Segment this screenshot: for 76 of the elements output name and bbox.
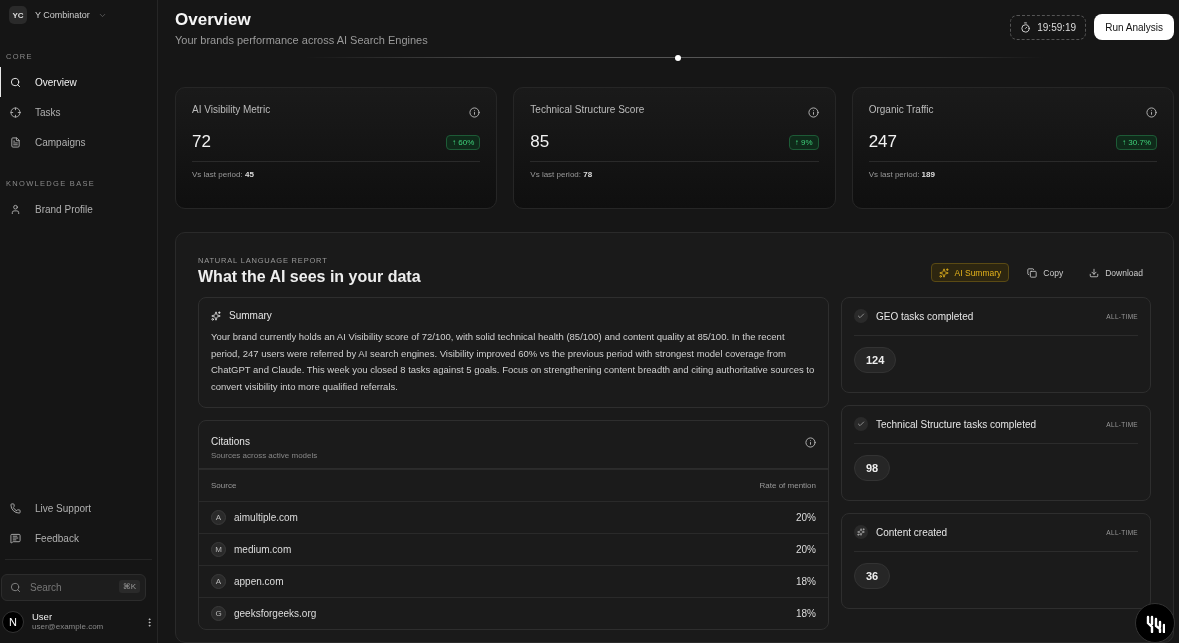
action-button[interactable]: Copy (1019, 263, 1072, 282)
action-button[interactable]: AI Summary (930, 263, 1010, 282)
nav-item[interactable]: Campaigns (0, 127, 157, 157)
comparison-text: Vs last period: 78 (530, 170, 594, 179)
metric-label: AI Visibility Metric (192, 104, 271, 115)
info-icon[interactable] (1146, 107, 1157, 118)
download-icon (1089, 267, 1100, 278)
source-cell: appen.com (234, 576, 284, 587)
source-avatar: G (211, 606, 226, 621)
comparison-text: Vs last period: 45 (192, 170, 255, 179)
metric-value: 72 (192, 132, 211, 152)
column-header: Rate of mention (759, 481, 816, 490)
nav-item[interactable]: Brand Profile (0, 194, 157, 224)
sparkles-icon (938, 267, 949, 278)
report-title: What the AI sees in your data (198, 268, 421, 286)
change-badge: ↑ 9% (788, 134, 819, 150)
phone-icon (10, 502, 21, 514)
source-cell: aimultiple.com (234, 512, 298, 523)
search-icon (10, 582, 21, 593)
metric-value: 247 (868, 132, 898, 152)
rate-cell: 18% (796, 608, 816, 619)
source-avatar: M (211, 542, 226, 557)
change-badge: ↑ 30.7% (1116, 134, 1157, 150)
action-button[interactable]: Download (1081, 263, 1151, 282)
user-email: user@example.com (32, 622, 105, 631)
copy-icon (1027, 267, 1038, 278)
metric-label: Technical Structure Score (530, 104, 645, 115)
stat-label: GEO tasks completed (876, 310, 974, 322)
summary-title: Summary (229, 310, 272, 321)
page-subtitle: Your brands performance across AI Search Engines (175, 34, 428, 46)
stat-value: 98 (854, 455, 891, 481)
nav-item[interactable]: Tasks (0, 97, 157, 127)
stat-value: 36 (854, 563, 891, 589)
citations-title: Citations (211, 436, 250, 447)
search-icon (10, 76, 21, 88)
column-header: Source (211, 481, 237, 490)
nav-item[interactable]: Overview (0, 67, 157, 97)
stat-value: 124 (854, 347, 897, 373)
info-icon[interactable] (805, 437, 816, 448)
citations-subtitle: Sources across active models (211, 451, 318, 460)
rate-cell: 20% (796, 544, 816, 555)
info-icon[interactable] (469, 107, 481, 118)
source-cell: medium.com (234, 544, 292, 555)
stopwatch-icon (1020, 21, 1032, 33)
comparison-text: Vs last period: 189 (868, 170, 936, 179)
check-icon (854, 417, 868, 431)
nav-item[interactable]: Live Support (0, 493, 157, 523)
shortcut-key: ⌘K (118, 580, 140, 593)
metric-label: Organic Traffic (868, 104, 934, 115)
crosshair-icon (10, 106, 21, 118)
sparkles-icon (211, 310, 221, 321)
timer-text: 19:59:19 (1037, 21, 1077, 33)
stat-label: Content created (876, 526, 948, 538)
progress-dot (674, 54, 681, 61)
check-icon (854, 309, 868, 323)
source-avatar: A (211, 574, 226, 589)
nav-item[interactable]: Feedback (0, 523, 157, 553)
info-icon[interactable] (807, 107, 819, 118)
sparkles-icon (854, 525, 868, 539)
user-avatar: N (2, 611, 24, 633)
run-analysis-button[interactable]: Run Analysis (1094, 14, 1174, 40)
metric-value: 85 (530, 132, 550, 152)
change-badge: ↑ 60% (446, 134, 481, 150)
workspace-avatar: YC (9, 6, 27, 24)
user-name: User (32, 611, 54, 622)
rate-cell: 20% (796, 512, 816, 523)
source-cell: geeksforgeeks.org (234, 608, 317, 619)
stat-label: Technical Structure tasks completed (876, 418, 1037, 430)
rate-cell: 18% (796, 576, 816, 587)
page-title: Overview (175, 10, 252, 30)
document-icon (10, 136, 21, 148)
workspace-name[interactable]: Y Combinator (35, 10, 90, 20)
user-icon (10, 203, 21, 215)
summary-text: Your brand currently holds an AI Visibility score of 72/100, with solid technical health (85/100) and content quality at 85/100. In the recent period, 247 users were referred by AI search engines. Visibility improved 60% vs the previous period with strongest model coverage from ChatGPT and Claude. This week you closed 8 tasks against 5 goals. Focus on strengthening content breadth and citing authoritative sources to convert visibility into more qualified referrals. (211, 330, 816, 394)
message-icon (10, 532, 21, 544)
source-avatar: A (211, 510, 226, 525)
